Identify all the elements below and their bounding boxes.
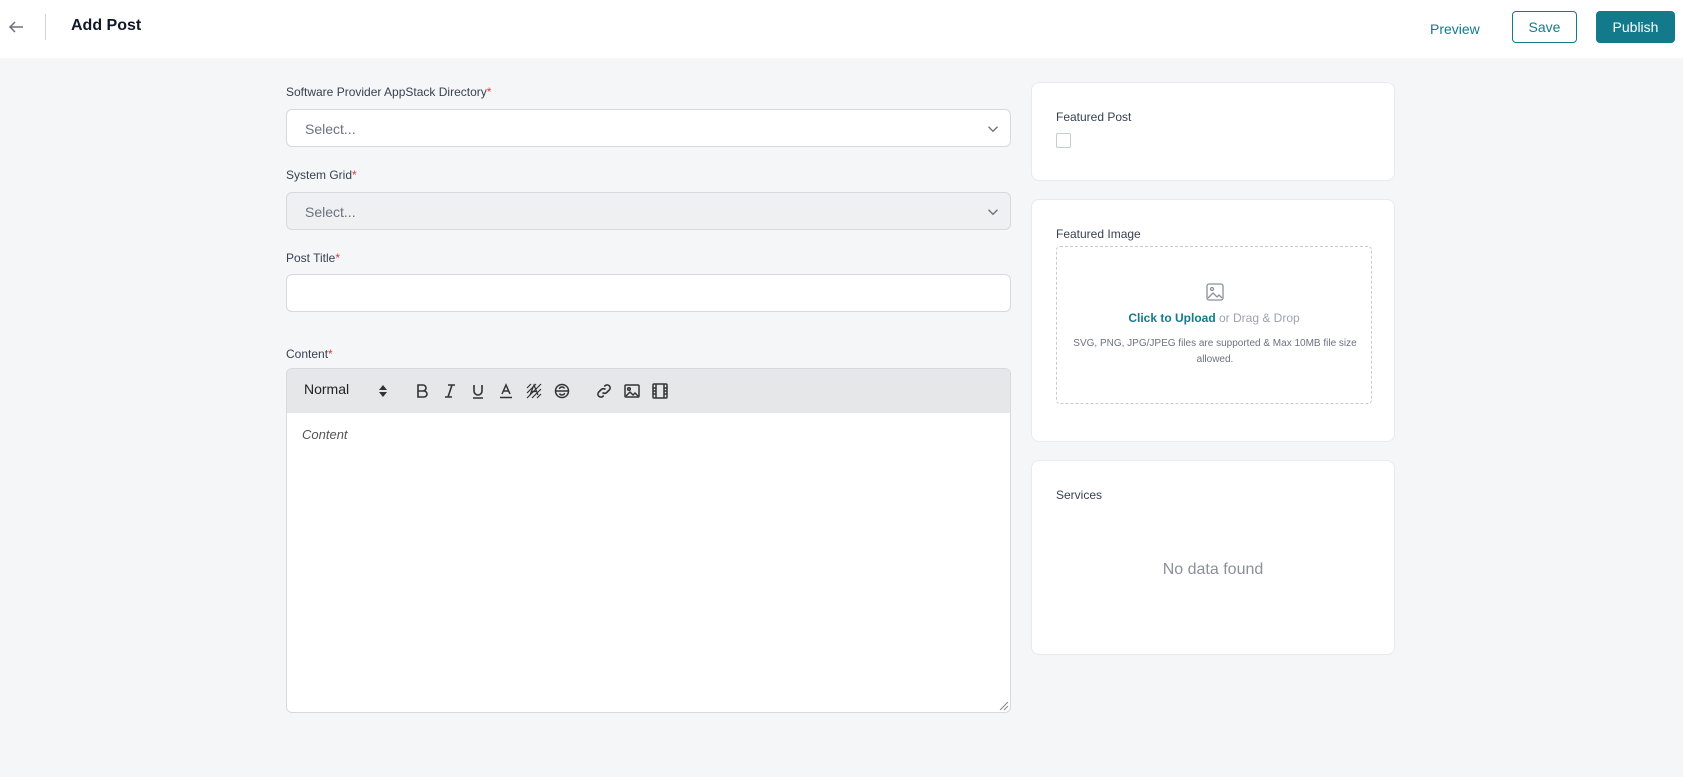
link-icon[interactable] bbox=[595, 382, 613, 400]
featured-post-title: Featured Post bbox=[1056, 110, 1132, 124]
image-upload-icon bbox=[1206, 283, 1224, 301]
underline-icon[interactable] bbox=[469, 382, 487, 400]
back-arrow-icon[interactable] bbox=[4, 15, 28, 39]
upload-hint: SVG, PNG, JPG/JPEG files are supported &… bbox=[1073, 338, 1357, 365]
content-placeholder: Content bbox=[302, 427, 348, 442]
system-grid-select-placeholder: Select... bbox=[305, 204, 356, 220]
save-button[interactable]: Save bbox=[1512, 11, 1577, 43]
featured-post-card: Featured Post bbox=[1031, 82, 1395, 181]
top-bar: Add Post Preview Save Publish bbox=[0, 0, 1683, 58]
resize-handle-icon[interactable] bbox=[999, 701, 1009, 711]
background-color-icon[interactable] bbox=[525, 382, 543, 400]
bold-icon[interactable] bbox=[413, 382, 431, 400]
image-icon[interactable] bbox=[623, 382, 641, 400]
editor-toolbar: Normal bbox=[287, 369, 1010, 413]
header-divider bbox=[45, 14, 46, 40]
page-title: Add Post bbox=[71, 17, 142, 34]
services-title: Services bbox=[1056, 488, 1103, 502]
strikethrough-icon[interactable] bbox=[553, 382, 571, 400]
font-color-icon[interactable] bbox=[497, 382, 515, 400]
italic-icon[interactable] bbox=[441, 382, 459, 400]
format-select[interactable]: Normal bbox=[304, 381, 388, 401]
content-editor: Normal Content bbox=[286, 368, 1011, 713]
video-icon[interactable] bbox=[651, 382, 669, 400]
directory-select-placeholder: Select... bbox=[305, 121, 356, 137]
services-card: Services No data found bbox=[1031, 460, 1395, 655]
featured-post-checkbox[interactable] bbox=[1056, 133, 1071, 148]
content-label: Content* bbox=[286, 347, 333, 361]
upload-instruction: Click to Upload or Drag & Drop bbox=[1057, 311, 1371, 325]
directory-select[interactable]: Select... bbox=[286, 109, 1011, 147]
post-title-input[interactable] bbox=[286, 274, 1011, 312]
chevron-down-icon bbox=[988, 209, 998, 216]
publish-button[interactable]: Publish bbox=[1596, 11, 1675, 43]
content-textarea[interactable]: Content bbox=[287, 413, 1010, 712]
sort-updown-icon bbox=[379, 385, 387, 397]
services-empty-state: No data found bbox=[1162, 561, 1264, 578]
featured-image-title: Featured Image bbox=[1056, 227, 1141, 241]
post-title-label: Post Title* bbox=[286, 251, 341, 265]
click-to-upload-link[interactable]: Click to Upload bbox=[1128, 311, 1215, 325]
chevron-down-icon bbox=[988, 126, 998, 133]
directory-label: Software Provider AppStack Directory* bbox=[286, 85, 492, 99]
drag-drop-text: or Drag & Drop bbox=[1215, 311, 1300, 325]
preview-button[interactable]: Preview bbox=[1430, 15, 1480, 43]
system-grid-select[interactable]: Select... bbox=[286, 192, 1011, 230]
system-grid-label: System Grid* bbox=[286, 168, 357, 182]
image-dropzone[interactable]: Click to Upload or Drag & Drop SVG, PNG,… bbox=[1056, 246, 1372, 404]
featured-image-card: Featured Image Click to Upload or Drag &… bbox=[1031, 199, 1395, 442]
format-select-value: Normal bbox=[304, 381, 350, 397]
